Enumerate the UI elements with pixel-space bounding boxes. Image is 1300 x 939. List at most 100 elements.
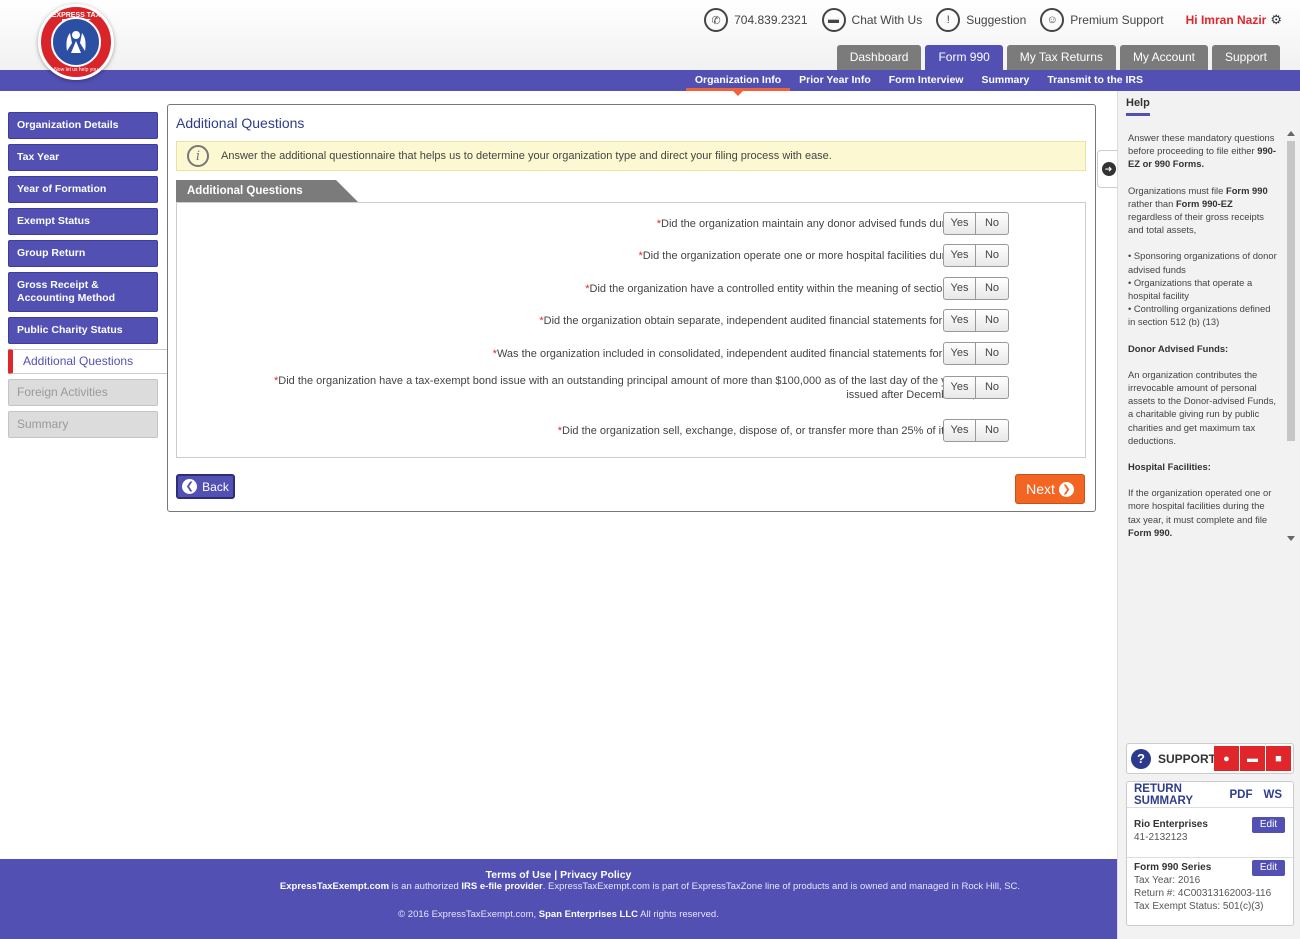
chat-icon[interactable]: ▬: [1240, 746, 1265, 771]
toggle-hospital-facilities: Yes No: [943, 244, 1009, 267]
user-menu[interactable]: Hi Imran Nazir ⚙: [1186, 12, 1282, 28]
footer-disclaimer: ExpressTaxExempt.com is an authorized IR…: [270, 881, 1030, 893]
person-icon[interactable]: ●: [1214, 746, 1239, 771]
no-button[interactable]: No: [976, 419, 1009, 442]
help-tab[interactable]: Help: [1126, 97, 1150, 116]
subtab-prior-year-info[interactable]: Prior Year Info: [790, 70, 880, 91]
step-sidebar: Organization Details Tax Year Year of Fo…: [8, 112, 168, 443]
chat-with-us-link[interactable]: ▬ Chat With Us: [821, 8, 923, 32]
toggle-controlled-entity: Yes No: [943, 277, 1009, 300]
sidebar-item-summary: Summary: [8, 411, 158, 438]
phone-contact[interactable]: ✆ 704.839.2321: [704, 8, 808, 32]
no-button[interactable]: No: [976, 244, 1009, 267]
no-button[interactable]: No: [976, 376, 1009, 399]
sidebar-item-additional-questions[interactable]: Additional Questions: [8, 349, 168, 374]
yes-button[interactable]: Yes: [943, 309, 976, 332]
help-text: Answer these mandatory questions before …: [1128, 132, 1275, 157]
form-summary: Form 990 Series Tax Year: 2016 Return #:…: [1134, 861, 1271, 913]
express-tax-exempt-logo[interactable]: EXPRESS TAX EXEMPT Now let us help you: [38, 4, 114, 80]
question-text: Did the organization obtain separate, in…: [543, 315, 1009, 327]
support-agent-icon: ☺: [1040, 8, 1065, 32]
subtab-organization-info[interactable]: Organization Info: [685, 70, 791, 96]
tab-dashboard[interactable]: Dashboard: [836, 45, 922, 70]
yes-button[interactable]: Yes: [943, 419, 976, 442]
additional-questions-panel: Additional Questions i Answer the additi…: [167, 104, 1096, 512]
phone-number: 704.839.2321: [734, 13, 808, 27]
help-heading: Donor Advised Funds:: [1128, 342, 1229, 354]
edit-organization-button[interactable]: Edit: [1252, 817, 1285, 833]
premium-support-link[interactable]: ☺ Premium Support: [1040, 8, 1164, 32]
help-text-bold: Form 990.: [1128, 526, 1173, 538]
tab-support[interactable]: Support: [1211, 45, 1280, 70]
user-greeting: Hi Imran Nazir: [1185, 13, 1267, 27]
no-button[interactable]: No: [976, 277, 1009, 300]
privacy-policy-link[interactable]: Privacy Policy: [560, 869, 631, 881]
support-label: SUPPORT: [1158, 751, 1217, 766]
phone-icon: ✆: [704, 8, 729, 32]
tax-exempt-status: Tax Exempt Status: 501(c)(3): [1134, 901, 1264, 912]
chat-label: Chat With Us: [851, 13, 923, 27]
question-tax-exempt-bond: *Did the organization have a tax-exempt …: [269, 374, 1009, 402]
footer-text: is an authorized: [389, 881, 462, 892]
sidebar-item-group-return[interactable]: Group Return: [8, 240, 158, 267]
help-bullet: • Organizations that operate a hospital …: [1128, 276, 1253, 302]
help-text: regardless of their gross receipts and t…: [1128, 211, 1264, 236]
scroll-up-icon[interactable]: [1287, 131, 1295, 136]
no-button[interactable]: No: [976, 212, 1009, 235]
copyright-text: © 2016 ExpressTaxExempt.com,: [398, 909, 539, 920]
yes-button[interactable]: Yes: [943, 376, 976, 399]
pdf-link[interactable]: PDF: [1229, 789, 1252, 801]
questions-box: *Did the organization maintain any donor…: [176, 202, 1086, 458]
sidebar-item-exempt-status[interactable]: Exempt Status: [8, 208, 158, 235]
next-label: Next: [1026, 481, 1055, 497]
scroll-thumb[interactable]: [1287, 141, 1295, 441]
support-widget: ? SUPPORT ● ▬ ■: [1126, 743, 1294, 774]
form-series: Form 990 Series: [1134, 862, 1212, 873]
sidebar-item-year-of-formation[interactable]: Year of Formation: [8, 176, 158, 203]
premium-support-label: Premium Support: [1070, 13, 1164, 27]
help-content: Answer these mandatory questions before …: [1128, 131, 1278, 541]
arrow-right-icon: ➜: [1101, 162, 1116, 176]
terms-of-use-link[interactable]: Terms of Use: [486, 869, 552, 881]
help-text-bold: Form 990-EZ: [1175, 197, 1233, 209]
help-scrollbar[interactable]: [1286, 131, 1296, 541]
return-summary-title: RETURN SUMMARY: [1134, 782, 1193, 807]
sidebar-item-public-charity-status[interactable]: Public Charity Status: [8, 317, 158, 344]
video-icon[interactable]: ■: [1266, 746, 1291, 771]
question-text: Was the organization included in consoli…: [496, 348, 1009, 360]
tab-my-account[interactable]: My Account: [1119, 45, 1208, 70]
toggle-separate-audited-statements: Yes No: [943, 309, 1009, 332]
question-text: Did the organization have a tax-exempt b…: [278, 375, 1009, 401]
ws-link[interactable]: WS: [1263, 789, 1282, 801]
yes-button[interactable]: Yes: [943, 342, 976, 365]
yes-button[interactable]: Yes: [943, 244, 976, 267]
toggle-donor-advised-funds: Yes No: [943, 212, 1009, 235]
suggestion-link[interactable]: ! Suggestion: [936, 8, 1026, 32]
sidebar-item-tax-year[interactable]: Tax Year: [8, 144, 158, 171]
organization-summary: Rio Enterprises 41-2132123: [1134, 818, 1208, 844]
no-button[interactable]: No: [976, 342, 1009, 365]
logo-tagline: Now let us help you: [54, 67, 98, 73]
tab-form-990[interactable]: Form 990: [925, 45, 1003, 70]
arrow-left-icon: ❮: [182, 479, 198, 494]
footer-copyright: © 2016 ExpressTaxExempt.com, Span Enterp…: [0, 909, 1117, 920]
subtab-form-interview[interactable]: Form Interview: [880, 70, 973, 91]
no-button[interactable]: No: [976, 309, 1009, 332]
yes-button[interactable]: Yes: [943, 277, 976, 300]
top-utility-bar: ✆ 704.839.2321 ▬ Chat With Us ! Suggesti…: [690, 8, 1282, 32]
sidebar-item-organization-details[interactable]: Organization Details: [8, 112, 158, 139]
subtab-transmit-to-irs[interactable]: Transmit to the IRS: [1038, 70, 1152, 91]
back-button[interactable]: ❮ Back: [176, 474, 235, 499]
help-text: Organizations must file: [1128, 184, 1226, 196]
scroll-down-icon[interactable]: [1287, 536, 1295, 541]
edit-form-button[interactable]: Edit: [1252, 860, 1285, 876]
sidebar-item-gross-receipt[interactable]: Gross Receipt & Accounting Method: [8, 272, 158, 312]
help-panel-toggle[interactable]: ➜: [1097, 150, 1119, 188]
logo-hands-icon: [51, 17, 101, 67]
next-button[interactable]: Next ❯: [1015, 474, 1085, 504]
subtab-summary[interactable]: Summary: [972, 70, 1038, 91]
yes-button[interactable]: Yes: [943, 212, 976, 235]
tab-my-tax-returns[interactable]: My Tax Returns: [1006, 45, 1116, 70]
info-icon: i: [187, 145, 209, 167]
footer-irs-provider: IRS e-file provider: [461, 881, 543, 892]
